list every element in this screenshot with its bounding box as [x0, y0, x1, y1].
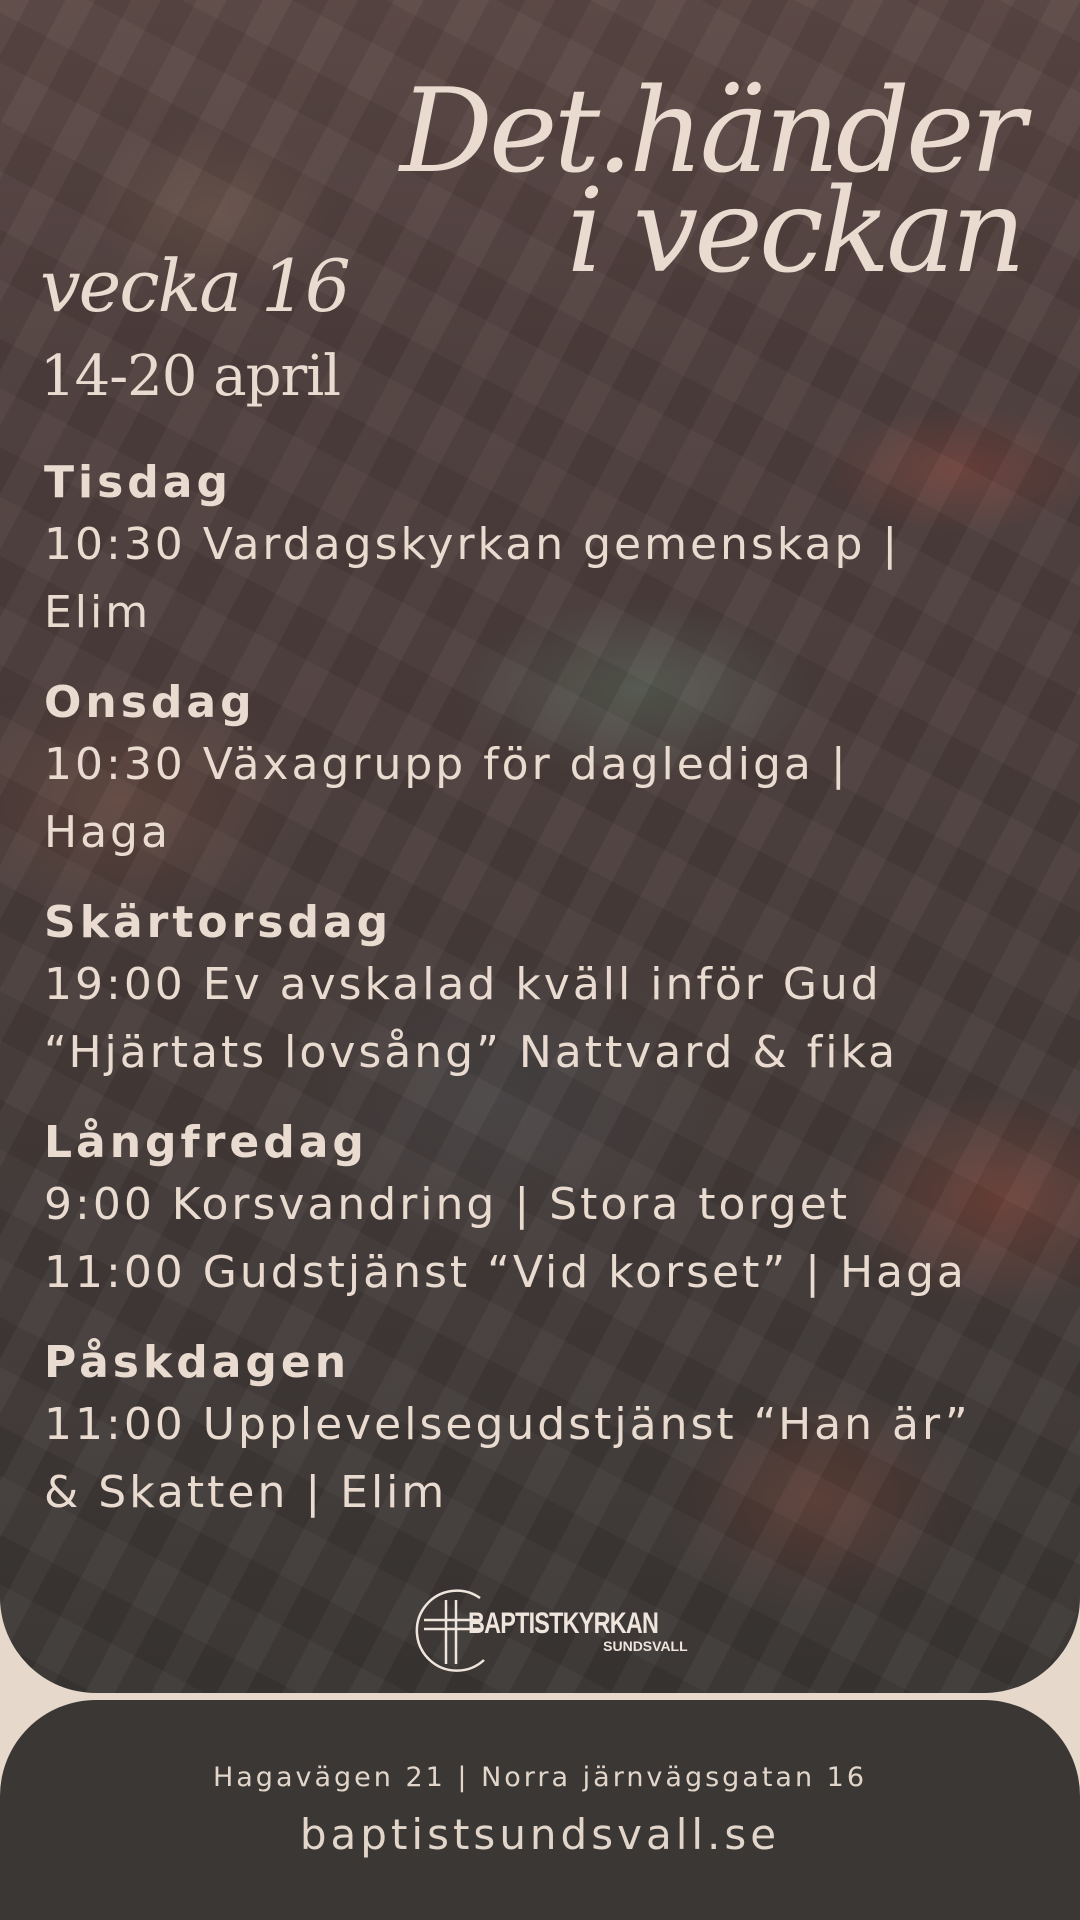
event-line: “Hjärtats lovsång” Nattvard & fika [44, 1027, 899, 1078]
logo-city: SUNDSVALL [603, 1638, 688, 1654]
event-line: 9:00 Korsvandring | Stora torget [44, 1179, 851, 1230]
address: Hagavägen 21 | Norra järnvägsgatan 16 [212, 1762, 868, 1793]
logo-name: BAPTISTKYRKAN [468, 1607, 659, 1640]
day-name: Långfredag [44, 1117, 368, 1168]
event-line: & Skatten | Elim [44, 1467, 448, 1518]
event-line: 19:00 Ev avskalad kväll inför Gud [44, 959, 882, 1010]
event-line: Haga [44, 807, 171, 858]
event-line: Elim [44, 587, 152, 638]
day-block-onsdag: Onsdag 10:30 Växagrupp för daglediga | H… [44, 675, 1044, 867]
event-line: 11:00 Upplevelsegudstjänst “Han är” [44, 1399, 971, 1450]
day-block-langfredag: Långfredag 9:00 Korsvandring | Stora tor… [44, 1115, 1044, 1307]
event-line: 11:00 Gudstjänst “Vid korset” | Haga [44, 1247, 967, 1298]
logo-wordmark: BAPTISTKYRKAN SUNDSVALL [468, 1607, 712, 1654]
day-name: Tisdag [44, 457, 232, 508]
day-name: Skärtorsdag [44, 897, 393, 948]
schedule-list: Tisdag 10:30 Vardagskyrkan gemenskap | E… [44, 455, 1044, 1555]
website-link[interactable]: baptistsundsvall.se [0, 1810, 1080, 1859]
day-block-tisdag: Tisdag 10:30 Vardagskyrkan gemenskap | E… [44, 455, 1044, 647]
poster-title: Det.händer i veckan [400, 74, 1026, 290]
church-logo: BAPTISTKYRKAN SUNDSVALL [410, 1586, 712, 1676]
day-name: Onsdag [44, 677, 256, 728]
week-label: vecka 16 [40, 244, 351, 328]
day-name: Påskdagen [44, 1337, 351, 1388]
poster: Det.händer i veckan vecka 16 14-20 april… [0, 0, 1080, 1920]
event-line: 10:30 Växagrupp för daglediga | [44, 739, 849, 790]
day-block-paskdagen: Påskdagen 11:00 Upplevelsegudstjänst “Ha… [44, 1335, 1044, 1527]
day-block-skartorsdag: Skärtorsdag 19:00 Ev avskalad kväll infö… [44, 895, 1044, 1087]
date-range: 14-20 april [40, 344, 341, 409]
event-line: 10:30 Vardagskyrkan gemenskap | [44, 519, 901, 570]
